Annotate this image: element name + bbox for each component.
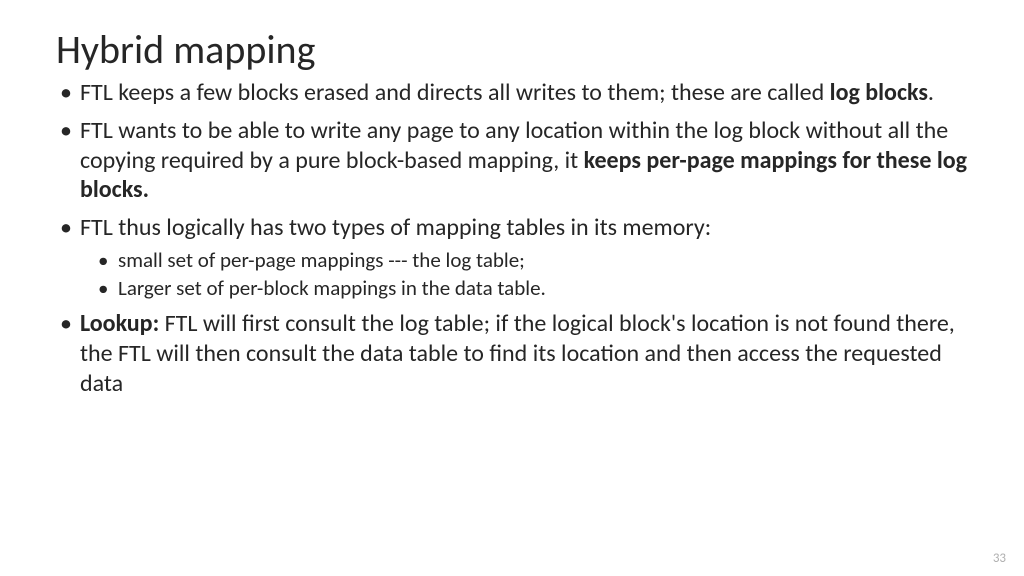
sub-bullet-list: small set of per-page mappings --- the l… (80, 247, 968, 302)
slide: Hybrid mapping FTL keeps a few blocks er… (0, 0, 1024, 576)
bullet-item: FTL keeps a few blocks erased and direct… (76, 78, 968, 108)
sub-bullet-item: small set of per-page mappings --- the l… (114, 247, 968, 273)
text: small set of per-page mappings --- the l… (118, 247, 525, 273)
text-bold: Lookup: (80, 309, 159, 338)
text: . (928, 78, 934, 107)
text: Larger set of per-block mappings in the … (118, 275, 546, 301)
bullet-item: FTL thus logically has two types of mapp… (76, 213, 968, 301)
sub-bullet-item: Larger set of per-block mappings in the … (114, 275, 968, 301)
bullet-item: FTL wants to be able to write any page t… (76, 116, 968, 205)
text-bold: log blocks (830, 78, 928, 107)
bullet-item: Lookup: FTL will first consult the log t… (76, 309, 968, 398)
text: FTL keeps a few blocks erased and direct… (80, 78, 830, 107)
text: FTL will first consult the log table; if… (80, 309, 955, 398)
text: FTL thus logically has two types of mapp… (80, 213, 711, 242)
bullet-list: FTL keeps a few blocks erased and direct… (56, 78, 968, 399)
slide-title: Hybrid mapping (56, 28, 968, 72)
page-number: 33 (993, 551, 1006, 566)
